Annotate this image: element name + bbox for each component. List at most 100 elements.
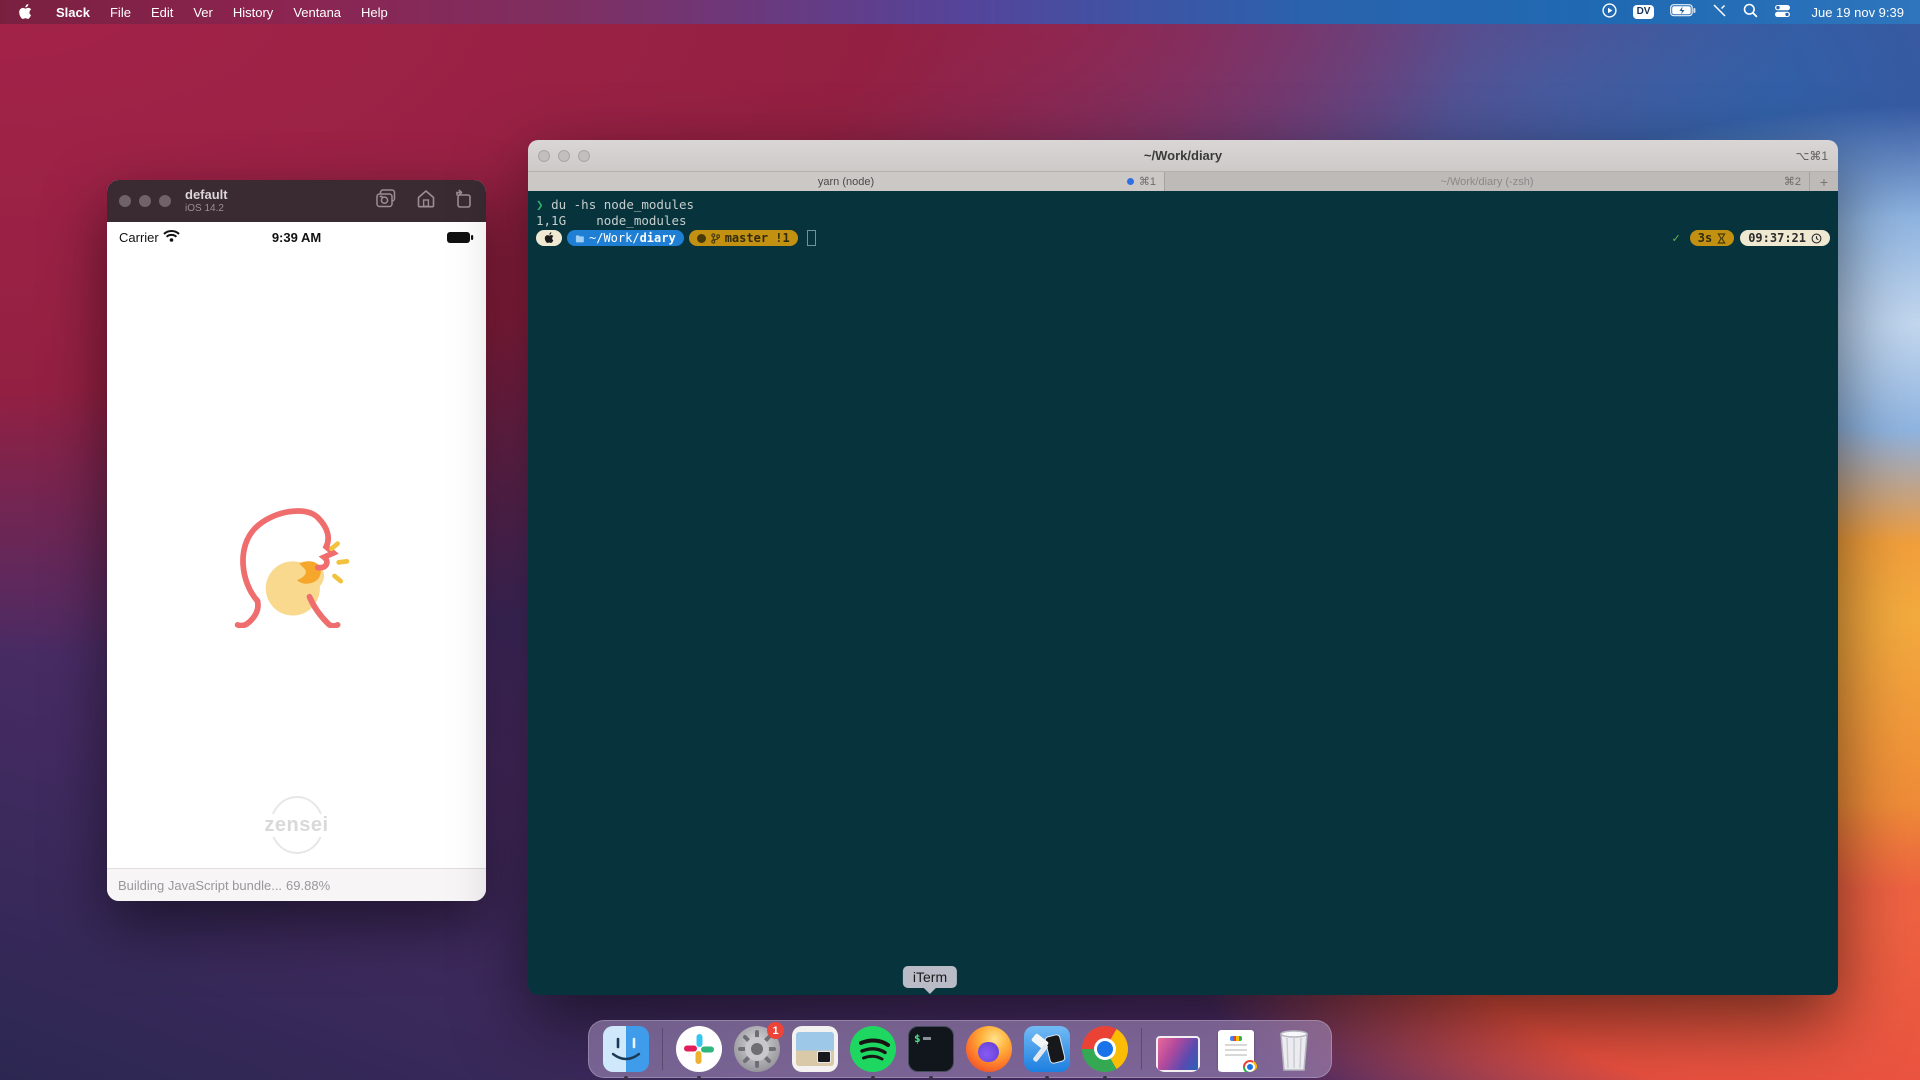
control-center-icon[interactable]	[1774, 4, 1791, 21]
tab-shortcut: ⌘1	[1139, 175, 1156, 188]
iterm-window: ~/Work/diary ⌥⌘1 yarn (node) ⌘1 ~/Work/d…	[528, 140, 1838, 995]
zensei-logo: zensei	[260, 790, 334, 860]
dv-status-badge[interactable]: DV	[1633, 5, 1655, 19]
time-value: 09:37:21	[1748, 230, 1806, 246]
dock-item-xcode-simulator[interactable]	[1024, 1026, 1070, 1072]
dock-item-downloads[interactable]	[1155, 1026, 1201, 1072]
carrier-label: Carrier	[119, 230, 159, 245]
dock-item-photos[interactable]	[792, 1026, 838, 1072]
github-icon	[697, 234, 706, 243]
simulator-os-version: iOS 14.2	[185, 203, 228, 215]
screenshot-icon[interactable]	[376, 189, 398, 213]
minimize-button[interactable]	[558, 150, 570, 162]
minimize-button[interactable]	[139, 195, 151, 207]
running-indicator	[871, 1076, 875, 1080]
command-output: 1,1G node_modules	[536, 213, 1830, 229]
menu-item-app[interactable]: Slack	[46, 5, 100, 20]
coughing-person-illustration	[234, 503, 359, 633]
dock-item-chrome[interactable]	[1082, 1026, 1128, 1072]
running-indicator	[1103, 1076, 1107, 1080]
tab-yarn-node[interactable]: yarn (node) ⌘1	[528, 172, 1165, 191]
window-title: ~/Work/diary	[1144, 148, 1222, 163]
notification-badge: 1	[767, 1022, 784, 1039]
close-button[interactable]	[538, 150, 550, 162]
tab-label[interactable]: ~/Work/diary (-zsh)	[1440, 176, 1533, 188]
dock-item-firefox[interactable]	[966, 1026, 1012, 1072]
chrome-icon	[1082, 1026, 1128, 1072]
tab-work-diary-zsh[interactable]: ~/Work/diary (-zsh) ⌘2	[1165, 172, 1810, 191]
dock-item-spotify[interactable]	[850, 1026, 896, 1072]
dock-item-iterm[interactable]: $	[908, 1026, 954, 1072]
prompt-char: ❯	[536, 197, 544, 212]
bundle-status-text: Building JavaScript bundle...	[118, 878, 282, 893]
bundle-progress-bar: Building JavaScript bundle... 69.88%	[107, 868, 486, 901]
iterm-titlebar[interactable]: ~/Work/diary ⌥⌘1	[528, 140, 1838, 172]
tab-shortcut: ⌘2	[1784, 175, 1801, 188]
finder-icon	[603, 1026, 649, 1072]
simulator-window: default iOS 14.2 Carrier 9:39 AM	[107, 180, 486, 901]
duration-value: 3s	[1698, 230, 1712, 246]
dock-item-system-preferences[interactable]: 1	[734, 1026, 780, 1072]
command-text: du -hs node_modules	[551, 197, 694, 212]
close-button[interactable]	[119, 195, 131, 207]
simulator-title: default	[185, 188, 228, 203]
rotate-device-icon[interactable]	[454, 189, 474, 214]
prompt-path-segment: ~/Work/diary	[567, 230, 684, 246]
apple-menu-icon[interactable]	[18, 4, 32, 20]
downloads-stack-icon	[1155, 1026, 1201, 1072]
prompt-git-segment: master !1	[689, 230, 798, 246]
menu-item-history[interactable]: History	[223, 5, 283, 20]
path-current-dir: diary	[640, 231, 676, 245]
slack-icon	[676, 1026, 722, 1072]
ios-battery-icon	[446, 231, 474, 244]
home-icon[interactable]	[416, 189, 436, 213]
terminal-cursor	[807, 230, 816, 246]
terminal-content[interactable]: ❯ du -hs node_modules 1,1G node_modules …	[528, 191, 1838, 995]
dock-item-slack[interactable]	[676, 1026, 722, 1072]
spotify-icon	[850, 1026, 896, 1072]
photos-app-icon	[792, 1026, 838, 1072]
running-indicator	[697, 1076, 701, 1080]
iterm-icon: $	[908, 1026, 954, 1072]
running-indicator	[929, 1076, 933, 1080]
menu-item-help[interactable]: Help	[351, 5, 398, 20]
xcode-simulator-icon	[1024, 1026, 1070, 1072]
running-indicator	[1045, 1076, 1049, 1080]
running-indicator	[987, 1076, 991, 1080]
dock-item-finder[interactable]	[603, 1026, 649, 1072]
simulator-titlebar[interactable]: default iOS 14.2	[107, 180, 486, 222]
window-shortcut: ⌥⌘1	[1795, 149, 1828, 163]
dock-item-trash[interactable]	[1271, 1026, 1317, 1072]
battery-charging-icon[interactable]	[1670, 4, 1696, 20]
dock-separator	[662, 1028, 663, 1070]
path-prefix: ~/Work/	[589, 231, 640, 245]
dock-tooltip: iTerm	[903, 966, 957, 988]
hourglass-icon	[1717, 233, 1726, 244]
app-screen: zensei	[107, 252, 486, 868]
menu-item-ver[interactable]: Ver	[183, 5, 223, 20]
tab-label[interactable]: yarn (node)	[818, 176, 874, 188]
menu-item-ventana[interactable]: Ventana	[283, 5, 351, 20]
wifi-icon	[163, 230, 180, 245]
dock-item-document[interactable]	[1213, 1026, 1259, 1072]
pen-slash-icon[interactable]	[1712, 3, 1727, 21]
ios-status-bar: Carrier 9:39 AM	[107, 222, 486, 252]
iterm-traffic-lights[interactable]	[538, 150, 590, 162]
git-branch-icon	[711, 233, 720, 244]
spotlight-search-icon[interactable]	[1743, 3, 1758, 21]
zensei-logo-text: zensei	[263, 814, 329, 837]
zoom-button[interactable]	[578, 150, 590, 162]
new-tab-button[interactable]: +	[1810, 172, 1838, 191]
zoom-button[interactable]	[159, 195, 171, 207]
now-playing-icon[interactable]	[1602, 3, 1617, 21]
folder-icon	[575, 234, 584, 243]
ios-clock: 9:39 AM	[272, 230, 321, 245]
bundle-progress-percent: 69.88%	[286, 878, 330, 893]
running-indicator	[624, 1076, 628, 1080]
menu-item-file[interactable]: File	[100, 5, 141, 20]
menu-item-edit[interactable]: Edit	[141, 5, 183, 20]
simulator-traffic-lights[interactable]	[119, 195, 171, 207]
trash-icon	[1271, 1026, 1317, 1072]
menubar-clock[interactable]: Jue 19 nov 9:39	[1811, 5, 1904, 20]
dock: 1 $	[588, 1020, 1332, 1078]
